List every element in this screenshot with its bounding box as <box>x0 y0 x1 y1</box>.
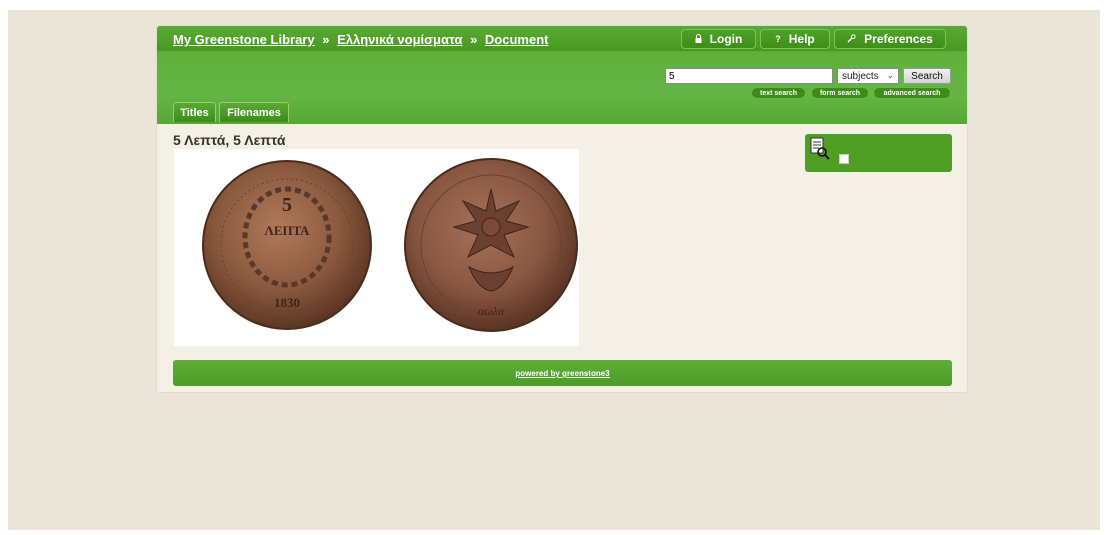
help-label: Help <box>788 32 815 46</box>
login-button[interactable]: Login <box>681 29 756 49</box>
login-label: Login <box>709 32 743 46</box>
document-title: 5 Λεπτά, 5 Λεπτά <box>173 132 286 148</box>
side-panel <box>805 134 952 172</box>
question-icon: ? <box>775 34 781 44</box>
powered-by-link[interactable]: powered by greenstone3 <box>173 369 952 378</box>
svg-text:αωλα: αωλα <box>478 304 505 318</box>
text-search-link[interactable]: text search <box>751 87 806 99</box>
breadcrumb-separator: » <box>322 32 330 47</box>
svg-text:ΛΕΠΤΑ: ΛΕΠΤΑ <box>265 223 311 238</box>
search-document-icon[interactable] <box>808 135 834 166</box>
coin-reverse: αωλα <box>404 158 578 332</box>
document-image: 5 ΛΕΠΤΑ 1830 αωλα <box>174 149 579 346</box>
breadcrumb-document-link[interactable]: Document <box>485 32 549 47</box>
breadcrumb: My Greenstone Library » Ελληνικά νομίσμα… <box>173 32 548 47</box>
search-field-select[interactable]: subjects ⌄ <box>837 68 899 84</box>
tab-filenames[interactable]: Filenames <box>219 102 289 122</box>
lock-icon <box>695 33 702 45</box>
search-field-value: subjects <box>842 70 879 82</box>
svg-text:5: 5 <box>282 194 292 216</box>
page-container: My Greenstone Library » Ελληνικά νομίσμα… <box>156 25 968 393</box>
breadcrumb-home-link[interactable]: My Greenstone Library <box>173 32 315 47</box>
preferences-label: Preferences <box>864 32 933 46</box>
chevron-down-icon: ⌄ <box>886 70 894 80</box>
highlight-checkbox[interactable] <box>839 154 849 164</box>
footer: powered by greenstone3 <box>173 360 952 386</box>
help-button[interactable]: ? Help <box>760 29 830 49</box>
search-input[interactable] <box>665 68 833 84</box>
form-search-link[interactable]: form search <box>811 87 869 99</box>
breadcrumb-separator: » <box>470 32 478 47</box>
advanced-search-link[interactable]: advanced search <box>873 87 951 99</box>
tab-titles[interactable]: Titles <box>173 102 216 122</box>
svg-text:1830: 1830 <box>274 295 300 310</box>
preferences-button[interactable]: Preferences <box>834 29 946 49</box>
coin-obverse: 5 ΛΕΠΤΑ 1830 <box>202 160 372 330</box>
wrench-icon <box>847 33 856 45</box>
header: My Greenstone Library » Ελληνικά νομίσμα… <box>157 26 967 124</box>
breadcrumb-collection-link[interactable]: Ελληνικά νομίσματα <box>337 32 462 47</box>
search-button[interactable]: Search <box>903 68 951 84</box>
